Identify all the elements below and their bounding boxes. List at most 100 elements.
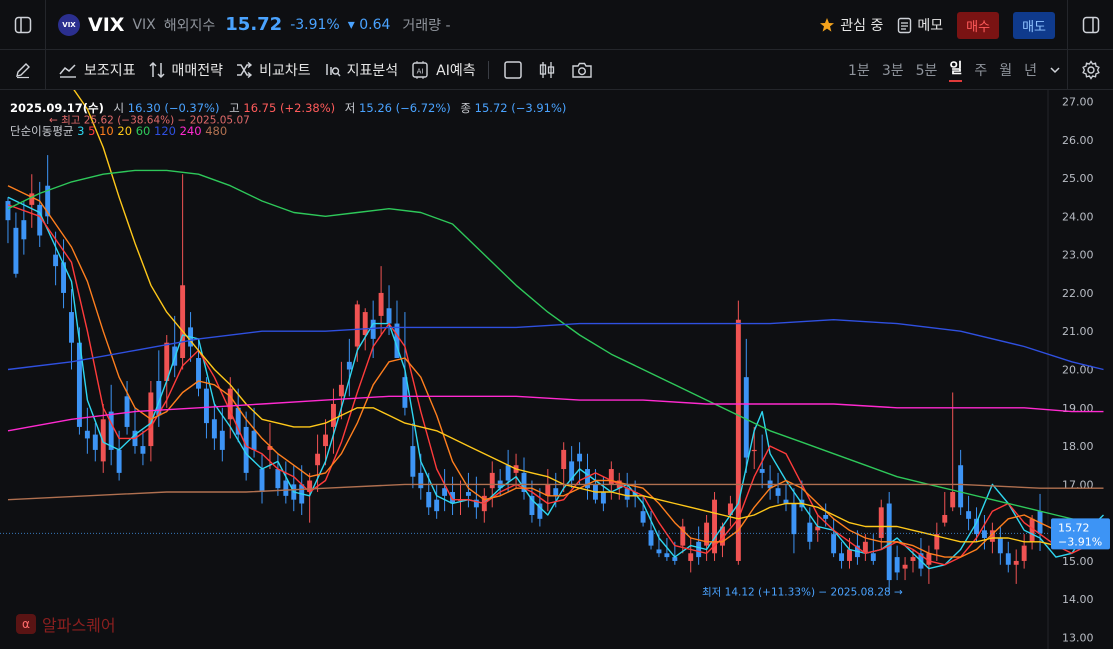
timeframe-5min[interactable]: 5분 bbox=[916, 60, 938, 80]
candle-body bbox=[759, 469, 765, 473]
svg-text:AI: AI bbox=[417, 67, 424, 75]
timeframe-selector: 1분 3분 5분 일 주 월 년 bbox=[848, 50, 1061, 90]
screenshot-button[interactable] bbox=[571, 60, 593, 80]
candle-body bbox=[331, 403, 336, 427]
candle-body bbox=[354, 304, 360, 347]
symbol-type: 해외지수 bbox=[163, 17, 216, 34]
y-tick-label: 24.00 bbox=[1062, 210, 1094, 223]
y-tick-label: 19.00 bbox=[1062, 402, 1094, 415]
ma-title: 단순이동평균 bbox=[10, 124, 74, 138]
candle-body bbox=[5, 201, 11, 221]
strategy-button[interactable]: 매매전략 bbox=[148, 60, 223, 80]
candle-body bbox=[950, 492, 956, 508]
candle-body bbox=[910, 557, 916, 561]
low-annotation: 최저 14.12 (+11.33%) − 2025.08.28 → bbox=[702, 587, 903, 599]
timeframe-year[interactable]: 년 bbox=[1024, 60, 1037, 80]
ohlc-legend: 2025.09.17(수) 시 16.30 (−0.37%) 고 16.75 (… bbox=[10, 100, 566, 116]
chart-layout-button[interactable] bbox=[503, 60, 523, 80]
timeframe-month[interactable]: 월 bbox=[999, 60, 1012, 80]
candle-body bbox=[545, 484, 551, 496]
change-absolute: ▾ 0.64 bbox=[347, 16, 391, 33]
ma-line-240 bbox=[7, 395, 1104, 432]
ma-period-5: 5 bbox=[84, 124, 96, 138]
candle-body bbox=[696, 541, 702, 558]
ma-period-20: 20 bbox=[113, 124, 133, 138]
chart-area[interactable]: 27.00 26.00 25.00 24.00 23.00 22.00 21.00 20.00… bbox=[0, 90, 1113, 649]
timeframe-3min[interactable]: 3분 bbox=[882, 60, 904, 80]
candle-body bbox=[418, 472, 424, 489]
candle-body bbox=[235, 407, 241, 435]
candle-body bbox=[775, 488, 781, 496]
star-icon bbox=[820, 18, 835, 32]
candle-body bbox=[92, 434, 98, 450]
symbol-name[interactable]: VIX bbox=[88, 14, 124, 36]
candle-body bbox=[362, 312, 368, 336]
candle-body bbox=[561, 449, 567, 470]
watchlist-button[interactable]: 관심 중 bbox=[819, 15, 883, 35]
pencil-icon bbox=[15, 62, 30, 78]
symbol-code: VIX bbox=[132, 16, 156, 33]
square-icon bbox=[503, 60, 522, 79]
chart-settings-button[interactable] bbox=[1067, 50, 1113, 90]
timeframe-1min[interactable]: 1분 bbox=[848, 60, 870, 80]
candle-body bbox=[981, 530, 987, 538]
candle-body bbox=[640, 511, 646, 523]
candle-body bbox=[997, 537, 1003, 554]
candle-body bbox=[743, 377, 749, 458]
panel-left-icon bbox=[14, 16, 31, 33]
candle-body bbox=[196, 358, 201, 389]
timeframe-week[interactable]: 주 bbox=[974, 60, 987, 80]
chart-type-button[interactable] bbox=[537, 60, 557, 80]
y-tick-label: 14.00 bbox=[1062, 593, 1094, 606]
candle-body bbox=[688, 553, 694, 561]
drawing-tool-button[interactable] bbox=[0, 49, 46, 90]
ma-legend[interactable]: 단순이동평균 3 5 10 20 60 120 240 480 bbox=[10, 123, 227, 139]
volume: 거래량 - bbox=[402, 17, 451, 34]
ma-line-3 bbox=[7, 196, 1104, 570]
candle-body bbox=[219, 430, 225, 450]
candle-body bbox=[823, 514, 829, 519]
y-tick-label: 21.00 bbox=[1062, 325, 1094, 338]
watermark: α 알파스퀘어 bbox=[16, 612, 116, 636]
indicators-button[interactable]: 보조지표 bbox=[58, 60, 136, 80]
candle-body bbox=[664, 553, 670, 558]
candle-body bbox=[847, 549, 852, 561]
memo-button[interactable]: 메모 bbox=[897, 15, 943, 35]
y-tick-label: 15.00 bbox=[1062, 555, 1094, 568]
ma-period-60: 60 bbox=[132, 124, 151, 138]
panel-right-toggle-button[interactable] bbox=[1067, 0, 1113, 50]
candle-body bbox=[434, 499, 440, 512]
candle-body bbox=[275, 469, 281, 489]
ma-line-5 bbox=[7, 204, 1104, 566]
candle-body bbox=[465, 492, 471, 496]
candle-body bbox=[29, 193, 35, 205]
sell-button[interactable]: 매도 bbox=[1013, 11, 1055, 39]
indicator-analysis-button[interactable]: 지표분석 bbox=[323, 60, 398, 80]
candle-body bbox=[37, 204, 43, 236]
candle-body bbox=[791, 503, 797, 535]
candle-body bbox=[870, 553, 876, 561]
price-chart[interactable]: 27.0026.0025.0024.0023.0022.0021.0020.00… bbox=[0, 90, 1113, 649]
ai-prediction-button[interactable]: AI AI예측 bbox=[410, 60, 476, 80]
candle-body bbox=[1005, 553, 1011, 565]
timeframe-day[interactable]: 일 bbox=[949, 58, 963, 82]
y-tick-label: 25.00 bbox=[1062, 172, 1094, 185]
chevron-down-icon[interactable] bbox=[1049, 64, 1061, 76]
candle-body bbox=[410, 446, 416, 477]
candle-body bbox=[203, 388, 209, 424]
candle-body bbox=[442, 488, 448, 496]
compare-chart-button[interactable]: 비교차트 bbox=[235, 60, 311, 80]
symbol-logo: VIX bbox=[58, 13, 80, 36]
candle-body bbox=[1013, 560, 1019, 565]
candle-body bbox=[116, 449, 122, 473]
sidebar-toggle-button[interactable] bbox=[0, 0, 46, 50]
open-value: 16.30 (−0.37%) bbox=[127, 101, 220, 115]
candle-body bbox=[831, 534, 837, 554]
candle-body bbox=[53, 254, 59, 267]
y-tick-label: 26.00 bbox=[1062, 134, 1094, 147]
y-tick-label: 27.00 bbox=[1062, 95, 1094, 108]
ma-period-120: 120 bbox=[150, 124, 176, 138]
price-tag-value: 15.72 bbox=[1058, 521, 1090, 534]
buy-button[interactable]: 매수 bbox=[957, 11, 1000, 39]
high-value: 16.75 (+2.38%) bbox=[243, 101, 336, 115]
